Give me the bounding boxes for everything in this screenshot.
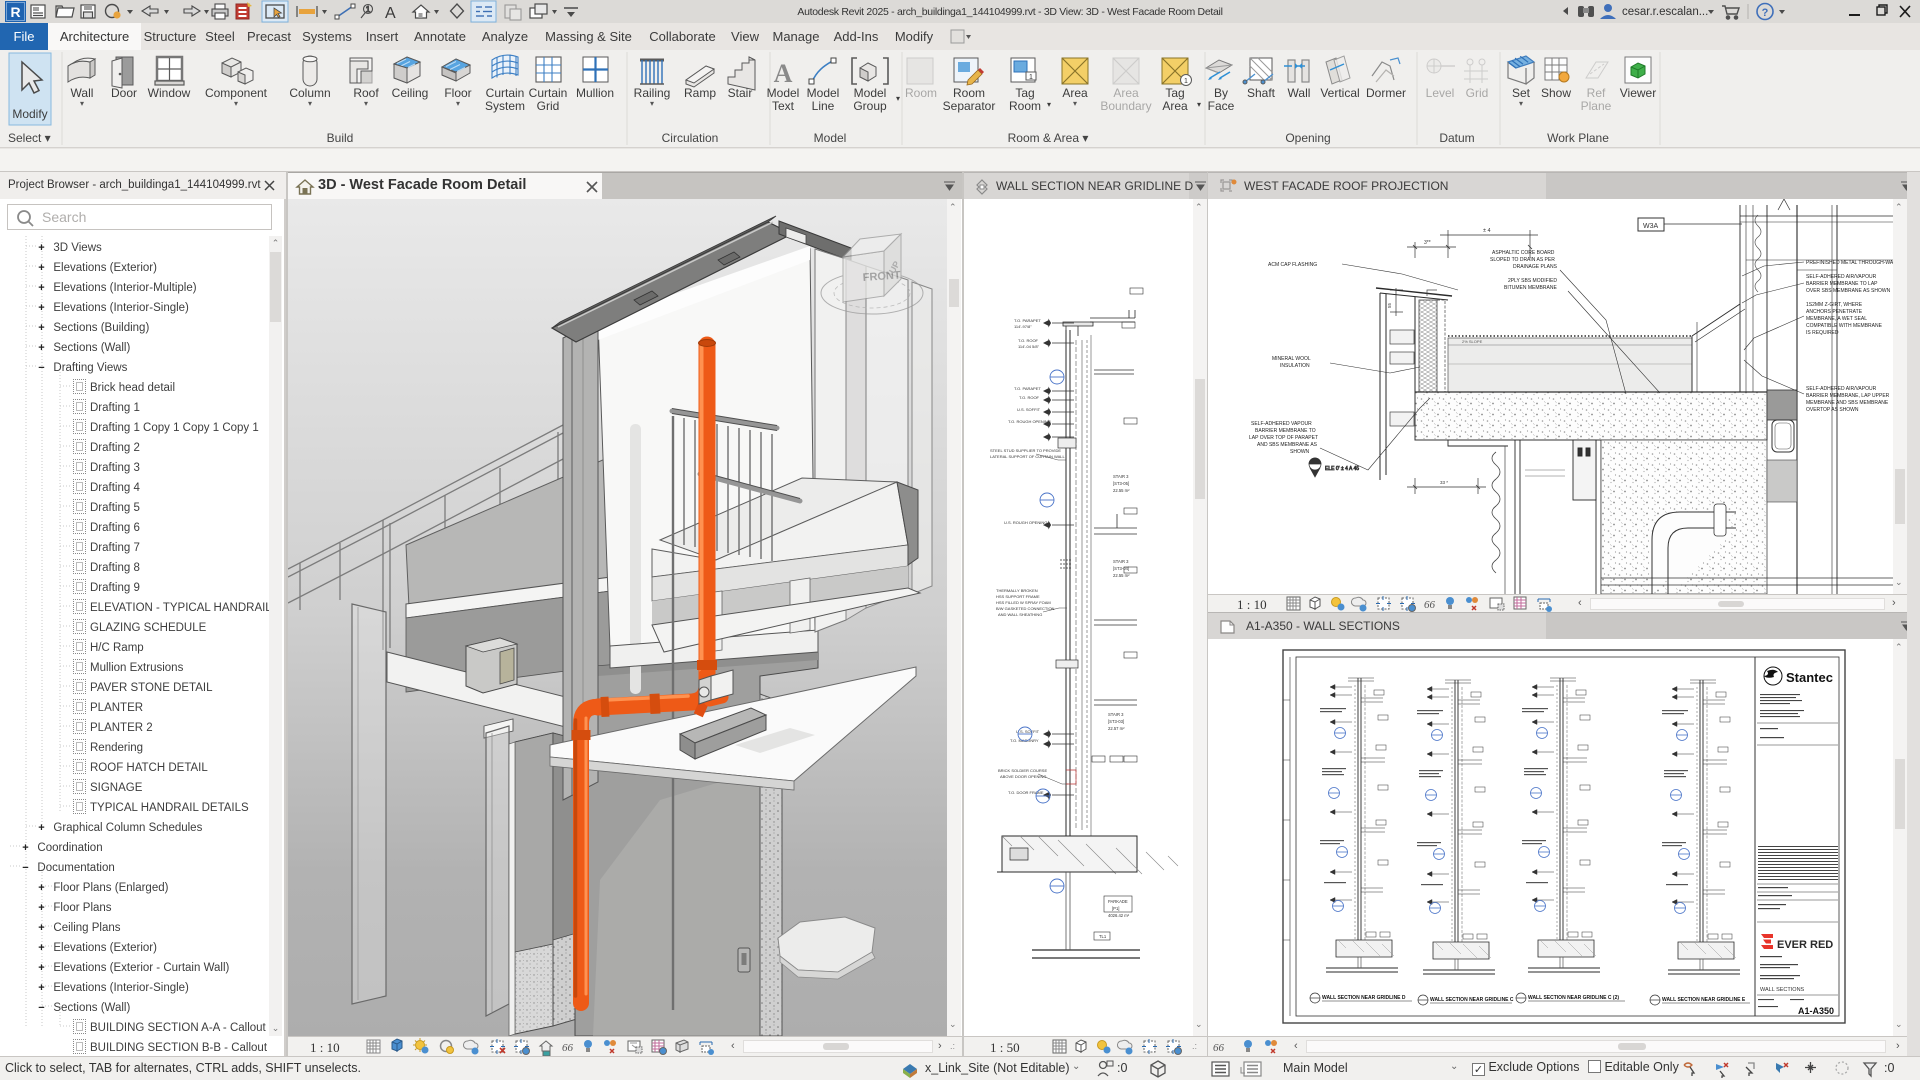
svg-text:MEMBRANE AND SBS MEMBRANE: MEMBRANE AND SBS MEMBRANE	[1806, 400, 1889, 406]
svg-text:ELE 0' ± 4 A 45: ELE 0' ± 4 A 45	[1325, 466, 1359, 472]
svg-text:WALL SECTION NEAR GRIDLINE C (: WALL SECTION NEAR GRIDLINE C (2)	[1528, 995, 1619, 1001]
svg-text:WALL SECTION NEAR GRIDLINE D: WALL SECTION NEAR GRIDLINE D	[1322, 995, 1406, 1001]
svg-text:WALL SECTION NEAR GRIDLINE E: WALL SECTION NEAR GRIDLINE E	[1662, 997, 1746, 1003]
svg-text:STAIR 3: STAIR 3	[1113, 559, 1129, 564]
svg-text:1S2MM Z-GIRT, WHERE: 1S2MM Z-GIRT, WHERE	[1806, 302, 1863, 308]
svg-text:22.55 m²: 22.55 m²	[1113, 573, 1130, 578]
svg-text:BITUMEN MEMBRANE: BITUMEN MEMBRANE	[1504, 285, 1557, 291]
svg-text:ANCHORS PENETRATE: ANCHORS PENETRATE	[1806, 309, 1863, 315]
svg-text:66: 66	[1424, 599, 1436, 611]
svg-text:MINERAL WOOL: MINERAL WOOL	[1272, 356, 1311, 362]
svg-text:EVER RED: EVER RED	[1777, 939, 1833, 951]
svg-text:2PLY SBS MODIFIED: 2PLY SBS MODIFIED	[1508, 278, 1557, 284]
svg-text:ACM CAP FLASHING: ACM CAP FLASHING	[1268, 262, 1317, 268]
svg-text:3**: 3**	[1424, 240, 1431, 246]
svg-text:W3A: W3A	[1643, 223, 1659, 230]
svg-text:22.57 m²: 22.57 m²	[1108, 726, 1125, 731]
svg-text:55: 55	[1387, 302, 1392, 308]
svg-text:114'-04 5/8": 114'-04 5/8"	[1018, 344, 1040, 349]
svg-text:INSULATION: INSULATION	[1280, 363, 1310, 369]
svg-text:TL1: TL1	[1099, 934, 1107, 939]
svg-text:BARRIER MEMBRANE TO: BARRIER MEMBRANE TO	[1255, 428, 1316, 434]
svg-text:HSS SUPPORT FRAME: HSS SUPPORT FRAME	[996, 594, 1040, 599]
svg-text:SELF-ADHERED AIR/VAPOUR: SELF-ADHERED AIR/VAPOUR	[1806, 274, 1877, 280]
svg-text:U.S. SOFFIT: U.S. SOFFIT	[1017, 407, 1041, 412]
svg-text:BARRIER MEMBRANE, LAP UPPER: BARRIER MEMBRANE, LAP UPPER	[1806, 393, 1890, 399]
svg-text:U.S. ROUGH OPENING: U.S. ROUGH OPENING	[1004, 520, 1047, 525]
svg-text:MEMBRANE, A WET SEAL: MEMBRANE, A WET SEAL	[1806, 316, 1867, 322]
svg-text:T.O. ROUGH OPENING: T.O. ROUGH OPENING	[1008, 419, 1051, 424]
svg-text:33 *: 33 *	[1440, 480, 1448, 485]
svg-text:AND WALL SHEATHING: AND WALL SHEATHING	[998, 612, 1042, 617]
svg-text:SELF-ADHERED AIR/VAPOUR: SELF-ADHERED AIR/VAPOUR	[1806, 386, 1877, 392]
svg-text:SELF-ADHERED VAPOUR: SELF-ADHERED VAPOUR	[1251, 421, 1312, 427]
svg-text:A1-A350: A1-A350	[1798, 1006, 1834, 1016]
svg-text:T.O. ROOF: T.O. ROOF	[1018, 338, 1039, 343]
svg-text:[P1]: [P1]	[1112, 906, 1119, 911]
svg-text:AND SBS MEMBRANE AS: AND SBS MEMBRANE AS	[1257, 442, 1318, 448]
svg-text:[ST3-04]: [ST3-04]	[1113, 566, 1129, 571]
svg-text:STEEL STUD SUPPLIER TO PROVIDE: STEEL STUD SUPPLIER TO PROVIDE	[990, 448, 1061, 453]
svg-text:ASPHALTIC CORE BOARD: ASPHALTIC CORE BOARD	[1492, 250, 1555, 256]
svg-text:BRICK SOLDIER COURSE: BRICK SOLDIER COURSE	[998, 768, 1047, 773]
svg-text:IS REQUIRED: IS REQUIRED	[1806, 330, 1839, 336]
svg-text:[ST3-03]: [ST3-03]	[1108, 719, 1124, 724]
svg-text:SHOWN: SHOWN	[1290, 449, 1310, 455]
svg-text:STAIR 3: STAIR 3	[1108, 712, 1124, 717]
svg-text:T.O. PARAPET: T.O. PARAPET	[1014, 386, 1041, 391]
svg-text:114'-97/8": 114'-97/8"	[1014, 324, 1032, 329]
svg-text:OVER SBS MEMBRANE AS SHOWN: OVER SBS MEMBRANE AS SHOWN	[1806, 288, 1891, 294]
svg-text:PREFINISHED METAL THROUGH-WA: PREFINISHED METAL THROUGH-WA	[1806, 260, 1893, 266]
svg-text:± 4: ± 4	[1483, 228, 1491, 234]
svg-text:4026.42 m²: 4026.42 m²	[1108, 913, 1130, 918]
svg-text:Stantec: Stantec	[1786, 670, 1833, 685]
svg-text:R: R	[10, 4, 20, 20]
svg-text:HSS FILLED W SPRAY FOAM: HSS FILLED W SPRAY FOAM	[996, 600, 1051, 605]
svg-text:BARRIER MEMBRANE TO LAP: BARRIER MEMBRANE TO LAP	[1806, 281, 1878, 287]
svg-text:THERMALLY BROKEN: THERMALLY BROKEN	[996, 588, 1038, 593]
svg-text:T.O. ROOF: T.O. ROOF	[1019, 395, 1040, 400]
svg-text:22.55 m²: 22.55 m²	[1113, 488, 1130, 493]
svg-text:STAIR 3: STAIR 3	[1113, 474, 1129, 479]
svg-text:WALL SECTIONS: WALL SECTIONS	[1760, 987, 1805, 993]
svg-text:66: 66	[1213, 1042, 1225, 1054]
svg-text:66: 66	[562, 1042, 574, 1054]
svg-text:OVERTOP AS SHOWN: OVERTOP AS SHOWN	[1806, 407, 1859, 413]
svg-text:[ST3-05]: [ST3-05]	[1113, 481, 1129, 486]
svg-text:T.O. PARAPET: T.O. PARAPET	[1014, 318, 1041, 323]
svg-text:COMPATIBLE WITH MEMBRANE: COMPATIBLE WITH MEMBRANE	[1806, 323, 1883, 329]
svg-text:B/W GASKETED CONNECTION: B/W GASKETED CONNECTION	[996, 606, 1055, 611]
svg-text:LAP OVER TOP OF PARAPET: LAP OVER TOP OF PARAPET	[1249, 435, 1318, 441]
svg-text:WALL SECTION NEAR GRIDLINE C: WALL SECTION NEAR GRIDLINE C	[1430, 997, 1514, 1003]
svg-text:LATERAL SUPPORT OF CURTAIN WAL: LATERAL SUPPORT OF CURTAIN WALL	[990, 454, 1065, 459]
svg-text:SLOPED TO DRAIN AS PER: SLOPED TO DRAIN AS PER	[1490, 257, 1555, 263]
svg-text:DRAINAGE PLANS: DRAINAGE PLANS	[1513, 264, 1558, 270]
svg-text:2% SLOPE: 2% SLOPE	[1462, 339, 1483, 344]
svg-text:PARKADE: PARKADE	[1108, 899, 1128, 904]
svg-text:T.O. MASONRY: T.O. MASONRY	[1010, 738, 1039, 743]
